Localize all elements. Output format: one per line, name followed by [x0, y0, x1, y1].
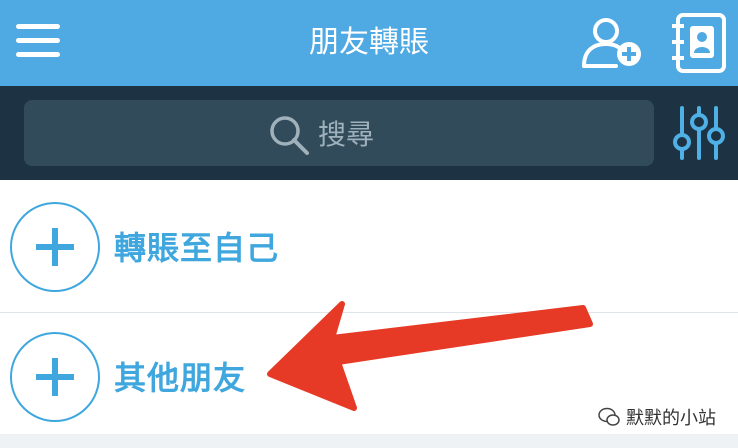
- list-item-label: 其他朋友: [114, 359, 247, 397]
- watermark: 默默的小站: [598, 402, 716, 432]
- plus-circle-icon: [10, 202, 100, 292]
- search-placeholder: 搜尋: [318, 118, 375, 151]
- list-item-label: 轉賬至自己: [114, 229, 280, 267]
- search-icon: [270, 116, 309, 155]
- wechat-icon: [598, 407, 620, 426]
- watermark-text: 默默的小站: [626, 408, 716, 429]
- hamburger-menu-icon[interactable]: [16, 22, 60, 58]
- divider: [0, 434, 738, 448]
- sliders-icon[interactable]: [672, 104, 726, 162]
- add-user-icon[interactable]: [580, 14, 646, 72]
- plus-circle-icon: [10, 332, 100, 422]
- contacts-book-icon[interactable]: [668, 12, 728, 74]
- list-item-transfer-to-self[interactable]: [0, 182, 738, 313]
